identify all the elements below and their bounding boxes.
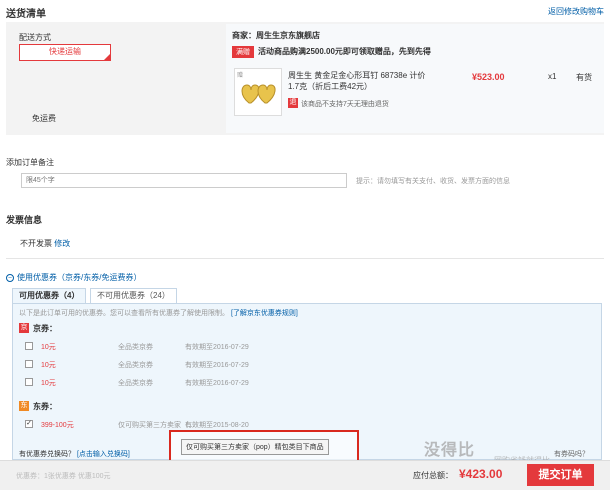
coupon-scope: 全品类京券 (118, 344, 153, 351)
coupon-rules-link[interactable]: [了解京东优惠券规则] (231, 310, 298, 317)
coupon-amount: 10元 (41, 380, 56, 387)
coupon-scope-tooltip: 仅可购买第三方卖家（pop）精包类目下商品 (181, 439, 329, 455)
section-title-delivery: 送货清单 (6, 9, 46, 20)
coupon-expiry: 有效期至2016-07-29 (185, 362, 249, 369)
coupon-scope-tooltip-highlight: 仅可购买第三方卖家（pop）精包类目下商品 (169, 430, 359, 462)
product-image[interactable]: 赠 (234, 68, 282, 116)
coupon-checkbox[interactable] (25, 378, 33, 386)
free-shipping-text: 免运费 (32, 114, 56, 123)
order-remark-input[interactable] (21, 173, 347, 188)
coupon-scope: 仅可购买第三方卖家（… (118, 422, 195, 429)
redeem-code-line: 有优惠券兑换码？ [点击输入兑换码] (19, 449, 130, 459)
tab-unusable-coupons[interactable]: 不可用优惠券（24） (90, 288, 177, 304)
coupon-scope: 全品类京券 (118, 380, 153, 387)
selected-corner-icon (104, 54, 110, 60)
coupon-amount: 10元 (41, 344, 56, 351)
back-to-cart-link[interactable]: 返回修改购物车 (548, 6, 604, 17)
jing-coupon-icon: 京 (19, 323, 29, 333)
invoice-edit-link[interactable]: 修改 (54, 239, 70, 248)
redeem-code-text: 有优惠券兑换码？ (19, 451, 75, 458)
coupon-checkbox[interactable] (25, 360, 33, 368)
coupon-code-question[interactable]: 有券码吗？ (554, 449, 589, 459)
invoice-section-title: 发票信息 (6, 215, 43, 225)
product-name[interactable]: 周生生 黄金足金心形耳钉 68738e 计价 1.7克（折后工费42元） (288, 70, 438, 92)
stock-status: 有货 (576, 73, 592, 82)
dong-coupon-icon: 东 (19, 401, 29, 411)
redeem-code-link[interactable]: [点击输入兑换码] (77, 451, 130, 458)
order-remark-label: 添加订单备注 (6, 158, 54, 167)
coupon-toggle-label: 使用优惠券（京券/东券/免运费券） (17, 273, 142, 282)
coupon-expiry: 有效期至2016-07-29 (185, 344, 249, 351)
total-label: 应付总额： (413, 471, 453, 480)
coupon-toggle[interactable]: – 使用优惠券（京券/东券/免运费券） (6, 272, 141, 283)
invoice-line: 不开发票 修改 (20, 238, 70, 249)
coupon-expiry: 有效期至2015-08-20 (185, 422, 249, 429)
watermark: 没得比 (424, 442, 476, 459)
submit-order-button[interactable]: 提交订单 (527, 464, 594, 486)
no-return-notice: 该商品不支持7天无理由退货 (301, 101, 389, 108)
checkout-bar: 优惠券：1张优惠券 优惠100元 应付总额： ¥423.00 提交订单 (0, 460, 610, 490)
order-remark-tip: 提示：请勿填写有关支付、收货、发票方面的信息 (356, 178, 510, 185)
merchant-box: 商家：周生生京东旗舰店 满赠 活动商品购满2500.00元即可领取赠品，先到先得… (226, 24, 604, 133)
merchant-name: 商家：周生生京东旗舰店 (232, 31, 320, 40)
invoice-value: 不开发票 (20, 239, 52, 248)
coupon-scope: 全品类京券 (118, 362, 153, 369)
coupon-summary: 优惠券：1张优惠券 优惠100元 (16, 473, 111, 480)
no-return-icon: 退 (288, 98, 298, 108)
coupon-checkbox-checked[interactable]: ✓ (25, 420, 33, 428)
coupon-amount: 10元 (41, 362, 56, 369)
coupon-tip: 以下是此订单可用的优惠券。您可以查看所有优惠券了解使用限制。 [了解京东优惠券规… (19, 308, 298, 318)
coupon-tip-text: 以下是此订单可用的优惠券。您可以查看所有优惠券了解使用限制。 (19, 310, 229, 317)
product-price: ¥523.00 (472, 72, 505, 82)
tab-usable-coupons[interactable]: 可用优惠券（4） (12, 288, 87, 304)
product-image-tag: 赠 (237, 73, 244, 79)
divider (6, 258, 604, 259)
collapse-icon: – (6, 273, 14, 282)
promo-text: 活动商品购满2500.00元即可领取赠品，先到先得 (258, 47, 431, 56)
coupon-amount: 399-100元 (41, 422, 74, 429)
shipping-method-label: 配送方式 (19, 33, 51, 42)
dong-coupon-label: 东券： (33, 402, 57, 411)
jing-coupon-label: 京券： (33, 324, 57, 333)
coupon-panel: 以下是此订单可用的优惠券。您可以查看所有优惠券了解使用限制。 [了解京东优惠券规… (12, 303, 602, 462)
coupon-expiry: 有效期至2016-07-29 (185, 380, 249, 387)
product-quantity: x1 (548, 72, 557, 81)
total-amount: ¥423.00 (459, 467, 503, 481)
shipping-method-button[interactable]: 快递运输 (19, 44, 111, 61)
coupon-checkbox[interactable] (25, 342, 33, 350)
shipping-method-button-label: 快递运输 (49, 47, 81, 56)
promo-badge: 满赠 (232, 46, 254, 58)
shipping-list-box: 配送方式 快递运输 免运费 商家：周生生京东旗舰店 满赠 活动商品购满2500.… (6, 22, 604, 135)
